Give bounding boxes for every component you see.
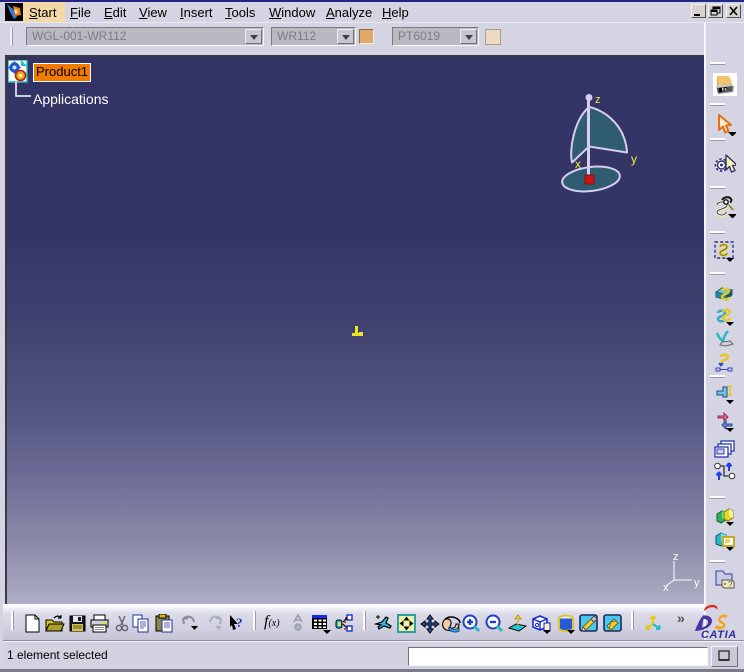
svg-text:x: x xyxy=(663,582,669,594)
svg-text:y: y xyxy=(631,152,637,166)
svg-text:CATIA: CATIA xyxy=(701,629,737,640)
svg-text:x: x xyxy=(575,157,581,171)
svg-text:?: ? xyxy=(728,580,733,589)
svg-text:z: z xyxy=(595,94,601,106)
svg-text:y: y xyxy=(694,577,700,589)
svg-text:z: z xyxy=(673,551,679,563)
svg-text:?: ? xyxy=(236,615,243,630)
